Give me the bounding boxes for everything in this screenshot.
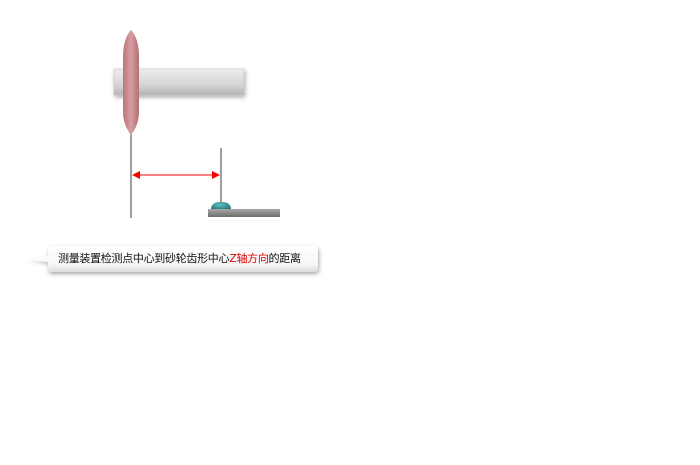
caption-highlight: Z轴方向: [229, 252, 269, 265]
caption: 测量装置检测点中心到砂轮齿形中心Z轴方向的距离: [22, 243, 320, 275]
grinding-wheel-base: [208, 209, 280, 217]
caption-text: 测量装置检测点中心到砂轮齿形中心Z轴方向的距离: [58, 252, 301, 266]
probe-body: [123, 30, 139, 135]
measurement-diagram: [22, 30, 318, 272]
gear-tooth: [211, 202, 231, 210]
caption-part2: 的距离: [268, 252, 301, 265]
caption-part1: 测量装置检测点中心到砂轮齿形中心: [58, 252, 230, 265]
